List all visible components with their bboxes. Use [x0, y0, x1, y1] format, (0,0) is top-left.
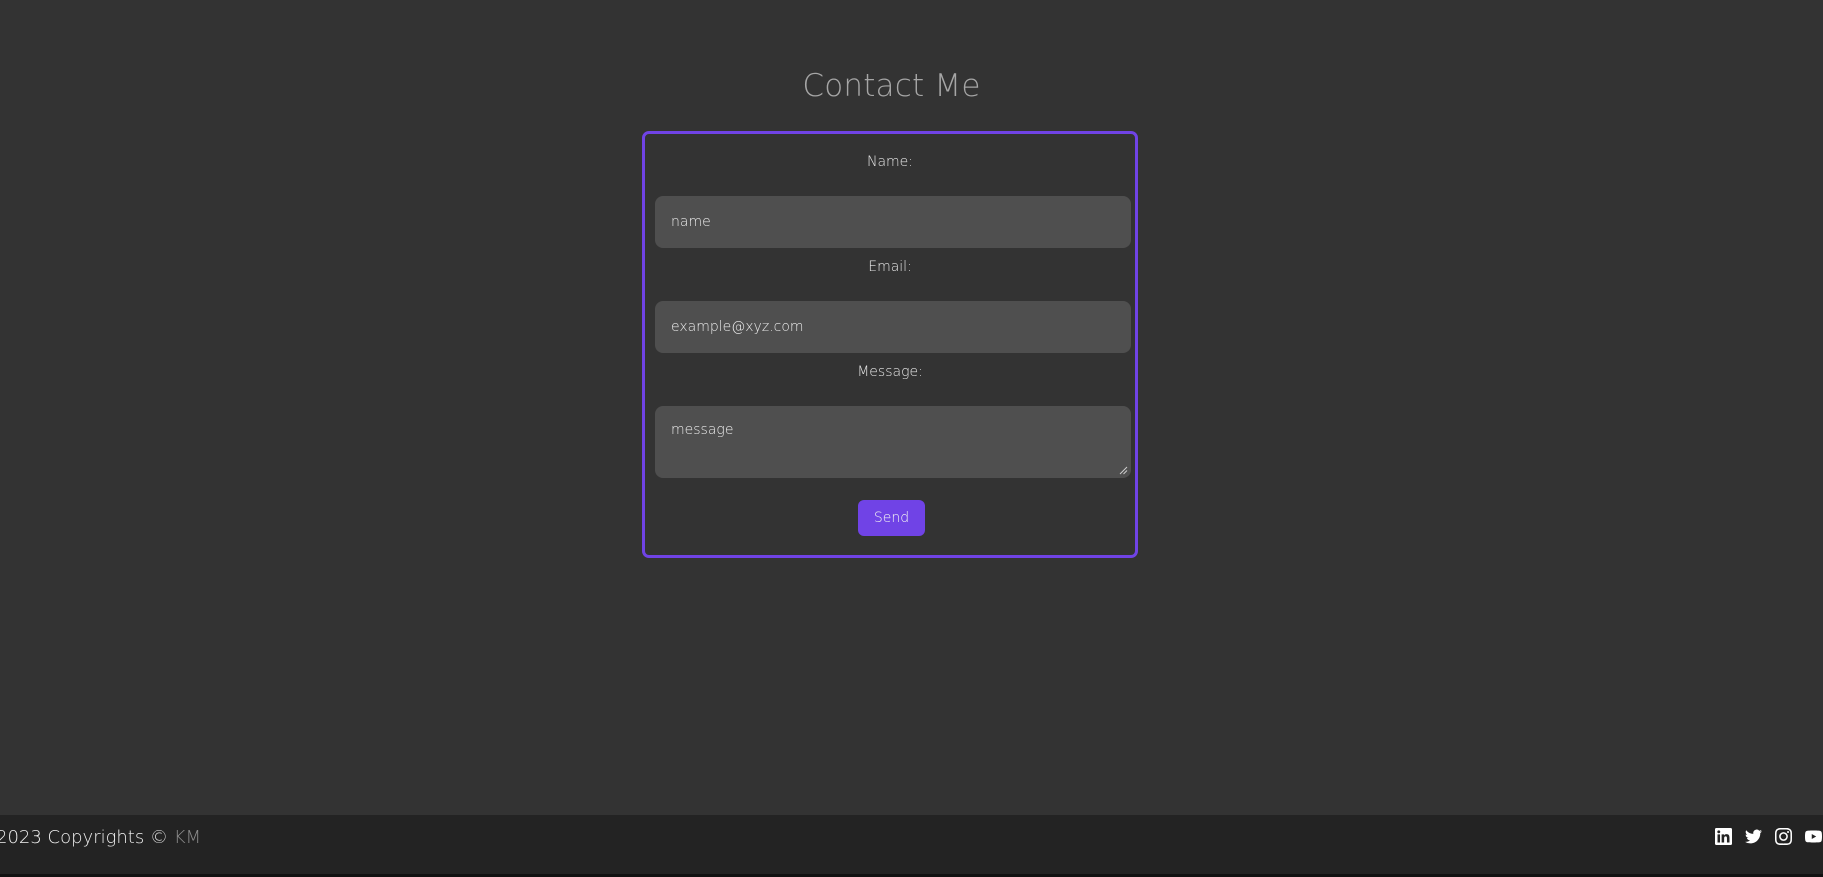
copyright-text: 2023 Copyrights © KM — [0, 827, 201, 848]
page-title: Contact Me — [802, 68, 981, 104]
social-links — [1714, 827, 1823, 846]
contact-form: Name: name Email: example@xyz.com Messag… — [642, 131, 1138, 558]
footer: 2023 Copyrights © KM — [0, 815, 1823, 877]
contact-page: Contact Me Name: name Email: example@xyz… — [0, 0, 1823, 877]
instagram-icon[interactable] — [1774, 827, 1793, 846]
name-label: Name: — [866, 154, 914, 170]
linkedin-icon[interactable] — [1714, 827, 1733, 846]
brand-link[interactable]: KM — [174, 827, 201, 848]
email-placeholder: example@xyz.com — [671, 319, 804, 335]
email-label: Email: — [868, 259, 912, 275]
message-placeholder: message — [671, 422, 734, 438]
name-placeholder: name — [671, 214, 711, 230]
copyright-prefix: 2023 Copyrights © — [0, 827, 168, 848]
message-textarea[interactable]: message — [655, 406, 1131, 478]
send-button[interactable]: Send — [858, 500, 925, 536]
name-input[interactable]: name — [655, 196, 1131, 248]
resize-handle-icon[interactable] — [1119, 466, 1128, 475]
youtube-icon[interactable] — [1804, 827, 1823, 846]
twitter-icon[interactable] — [1744, 827, 1763, 846]
message-label: Message: — [857, 364, 923, 380]
email-input[interactable]: example@xyz.com — [655, 301, 1131, 353]
